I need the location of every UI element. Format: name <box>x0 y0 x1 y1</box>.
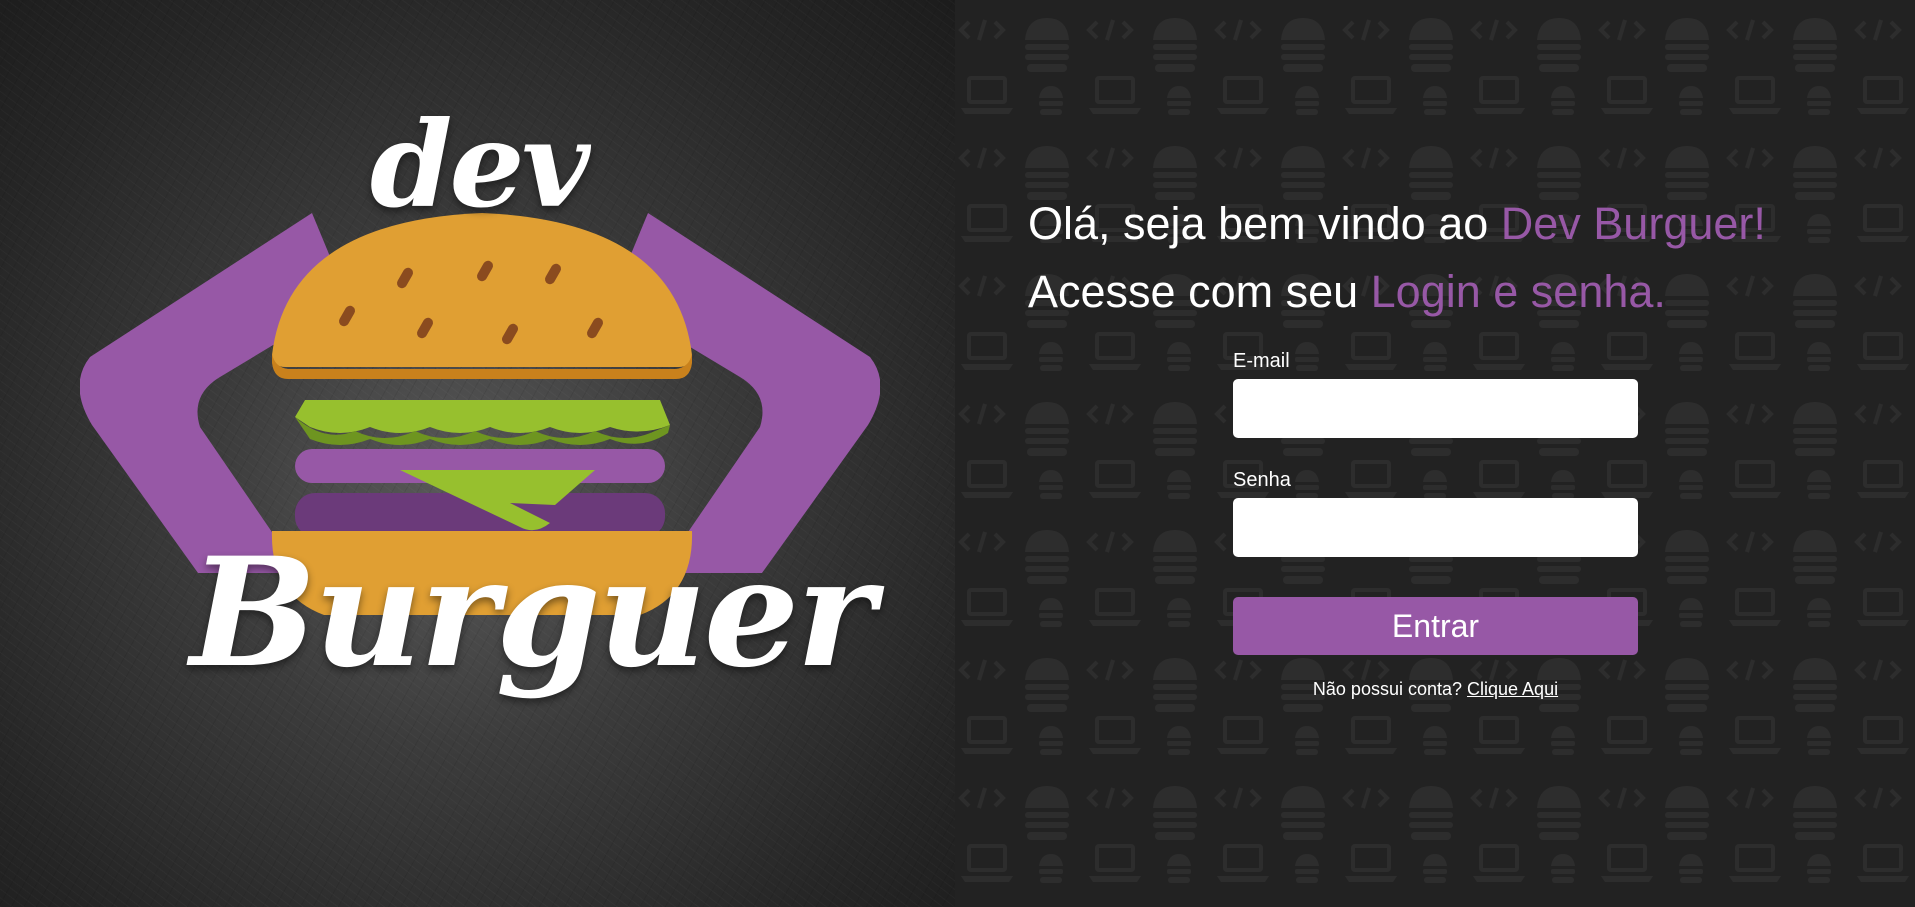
welcome-heading: Olá, seja bem vindo ao Dev Burguer! Aces… <box>1028 190 1908 326</box>
password-field-group: Senha <box>1233 469 1638 557</box>
logo-dev-text: dev <box>370 95 590 234</box>
login-form: E-mail Senha Entrar Não possui conta? Cl… <box>1233 350 1638 700</box>
logo-burguer-text: Burguer <box>190 525 875 701</box>
password-label: Senha <box>1233 469 1291 491</box>
lettuce-shape <box>295 400 670 433</box>
email-field-group: E-mail <box>1233 350 1638 438</box>
dev-burguer-logo: dev Burguer <box>79 95 881 755</box>
signup-link[interactable]: Clique Aqui <box>1467 679 1558 699</box>
top-bun-shape <box>272 213 692 367</box>
access-text: Acesse com seu <box>1028 266 1371 317</box>
brand-panel: dev Burguer <box>0 0 955 907</box>
welcome-line-2: Acesse com seu Login e senha. <box>1028 258 1908 326</box>
login-panel: Olá, seja bem vindo ao Dev Burguer! Aces… <box>955 0 1915 907</box>
login-highlight: Login e senha. <box>1370 266 1666 317</box>
brand-highlight: Dev Burguer! <box>1500 198 1766 249</box>
welcome-text: Olá, seja bem vindo ao <box>1028 198 1501 249</box>
signup-prompt: Não possui conta? Clique Aqui <box>1233 679 1638 700</box>
welcome-line-1: Olá, seja bem vindo ao Dev Burguer! <box>1028 190 1908 258</box>
email-label: E-mail <box>1233 350 1290 372</box>
email-input[interactable] <box>1233 379 1638 438</box>
password-input[interactable] <box>1233 498 1638 557</box>
signup-text: Não possui conta? <box>1312 679 1468 699</box>
login-button[interactable]: Entrar <box>1233 597 1638 655</box>
